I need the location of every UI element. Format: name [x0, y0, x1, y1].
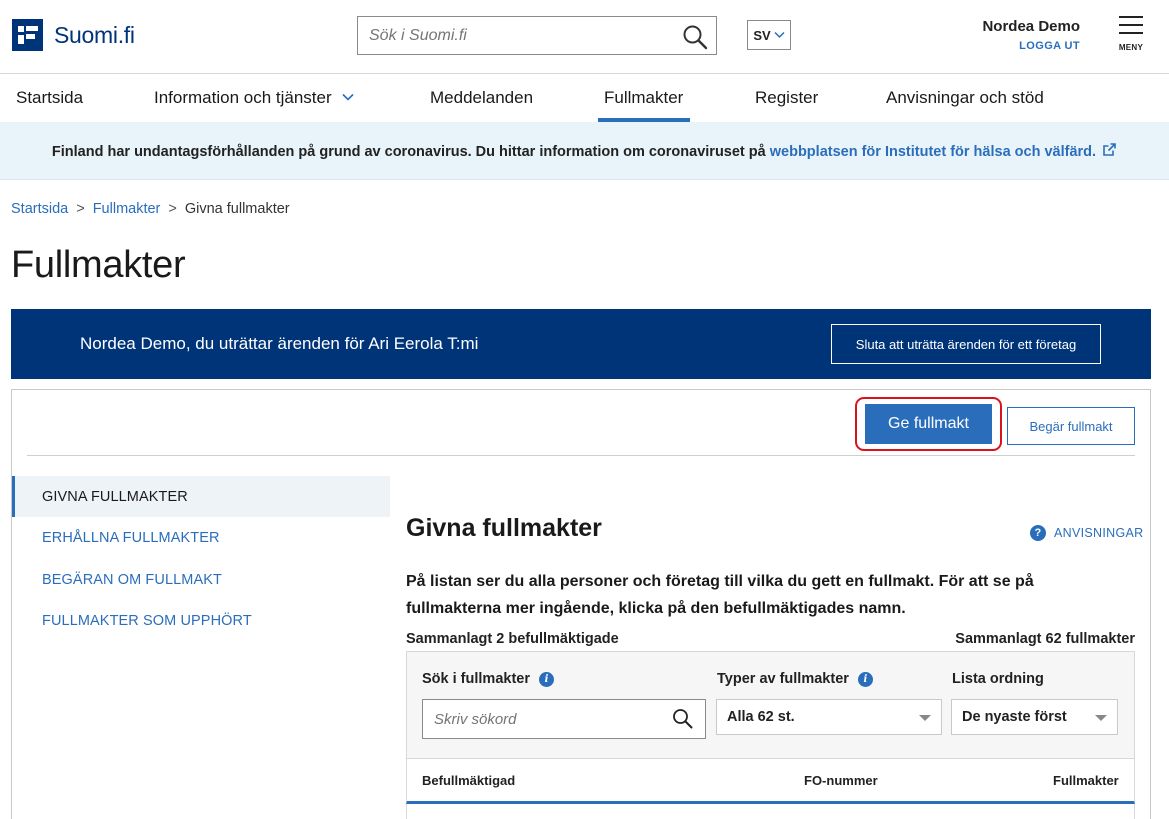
acting-on-behalf-bar: Nordea Demo, du uträttar ärenden för Ari… [11, 309, 1151, 379]
external-link-icon [1103, 142, 1116, 156]
side-item-givna[interactable]: GIVNA FULLMAKTER [12, 476, 390, 517]
breadcrumb-startsida[interactable]: Startsida [11, 201, 68, 217]
help-link[interactable]: ? ANVISNINGAR [1030, 525, 1143, 541]
divider [27, 455, 1135, 456]
fullmakt-search-input[interactable] [423, 700, 653, 738]
nav-item-fullmakter[interactable]: Fullmakter [604, 88, 683, 108]
language-selector[interactable]: SV [747, 20, 791, 50]
search-filter-label-text: Sök i fullmakter [422, 671, 530, 687]
caret-down-icon [919, 715, 931, 721]
user-info: Nordea Demo LOGGA UT [960, 18, 1080, 52]
search-icon [683, 25, 708, 50]
hamburger-icon [1114, 16, 1148, 34]
corona-notice-banner: Finland har undantagsförhållanden på gru… [0, 122, 1169, 180]
language-label: SV [753, 27, 771, 43]
table-header [406, 759, 1135, 804]
acting-text: Nordea Demo, du uträttar ärenden för Ari… [80, 334, 479, 353]
breadcrumb: Startsida > Fullmakter > Givna fullmakte… [11, 201, 290, 217]
site-search [357, 16, 717, 55]
side-item-begaran[interactable]: BEGÄRAN OM FULLMAKT [12, 559, 390, 600]
types-selected-value: Alla 62 st. [727, 709, 795, 725]
fullmakt-search [422, 699, 706, 739]
table-body [406, 804, 1135, 819]
types-filter-label: Typer av fullmakter i [717, 671, 873, 687]
nav-item-information[interactable]: Information och tjänster [154, 88, 354, 108]
logo-text: Suomi.fi [54, 21, 135, 48]
search-button[interactable] [682, 24, 708, 50]
banner-link[interactable]: webbplatsen för Institutet för hälsa och… [770, 144, 1096, 160]
help-icon: ? [1030, 525, 1046, 541]
nav-item-label: Information och tjänster [154, 88, 332, 107]
intro-text: På listan ser du alla personer och föret… [406, 573, 1034, 617]
nav-item-meddelanden[interactable]: Meddelanden [430, 88, 533, 108]
side-item-upphort[interactable]: FULLMAKTER SOM UPPHÖRT [12, 600, 390, 641]
highlight-annotation [855, 397, 1002, 451]
side-item-erhallna[interactable]: ERHÅLLNA FULLMAKTER [12, 517, 390, 558]
user-name: Nordea Demo [982, 18, 1080, 35]
chevron-down-icon [774, 31, 785, 39]
section-title: Givna fullmakter [406, 514, 602, 542]
nav-item-startsida[interactable]: Startsida [16, 88, 83, 108]
logout-link[interactable]: LOGGA UT [960, 40, 1080, 52]
help-label: ANVISNINGAR [1054, 526, 1144, 540]
request-fullmakt-button[interactable]: Begär fullmakt [1007, 407, 1135, 445]
breadcrumb-separator: > [168, 201, 177, 217]
breadcrumb-separator: > [76, 201, 85, 217]
nav-item-anvisningar[interactable]: Anvisningar och stöd [886, 88, 1044, 108]
column-header-fo-nummer[interactable]: FO-nummer [804, 773, 878, 788]
search-filter-label: Sök i fullmakter i [422, 671, 554, 687]
info-icon[interactable]: i [538, 672, 554, 687]
caret-down-icon [1095, 715, 1107, 721]
suomi-fi-logo[interactable]: Suomi.fi [12, 19, 135, 51]
site-search-input[interactable] [358, 17, 668, 54]
breadcrumb-current: Givna fullmakter [184, 201, 290, 217]
order-selected-value: De nyaste först [962, 709, 1067, 725]
banner-text: Finland har undantagsförhållanden på gru… [52, 142, 1117, 160]
suomi-fi-logo-icon [12, 19, 43, 51]
stop-acting-button[interactable]: Sluta att uträtta ärenden för ett företa… [831, 324, 1101, 364]
page-title: Fullmakter [11, 244, 186, 286]
column-header-fullmakter[interactable]: Fullmakter [1053, 773, 1119, 788]
types-select[interactable]: Alla 62 st. [716, 699, 942, 735]
breadcrumb-fullmakter[interactable]: Fullmakter [93, 201, 161, 217]
menu-label: MENY [1118, 43, 1144, 52]
nav-item-register[interactable]: Register [755, 88, 818, 108]
banner-message: Finland har undantagsförhållanden på gru… [51, 143, 766, 160]
chevron-down-icon [342, 93, 354, 101]
types-filter-label-text: Typer av fullmakter [717, 671, 849, 687]
authorized-count: Sammanlagt 2 befullmäktigade [406, 631, 619, 647]
search-icon[interactable] [672, 708, 693, 729]
order-label: Lista ordning [952, 671, 1044, 687]
info-icon[interactable]: i [857, 672, 873, 687]
site-header: Suomi.fi SV Nordea Demo LOGGA UT MENY [0, 0, 1169, 74]
column-header-befullmaktigad[interactable]: Befullmäktigad [422, 773, 515, 788]
menu-button[interactable]: MENY [1114, 16, 1148, 52]
main-nav: Startsida Information och tjänster Medde… [0, 74, 1169, 122]
mandate-count: Sammanlagt 62 fullmakter [955, 631, 1135, 647]
order-select[interactable]: De nyaste först [951, 699, 1118, 735]
